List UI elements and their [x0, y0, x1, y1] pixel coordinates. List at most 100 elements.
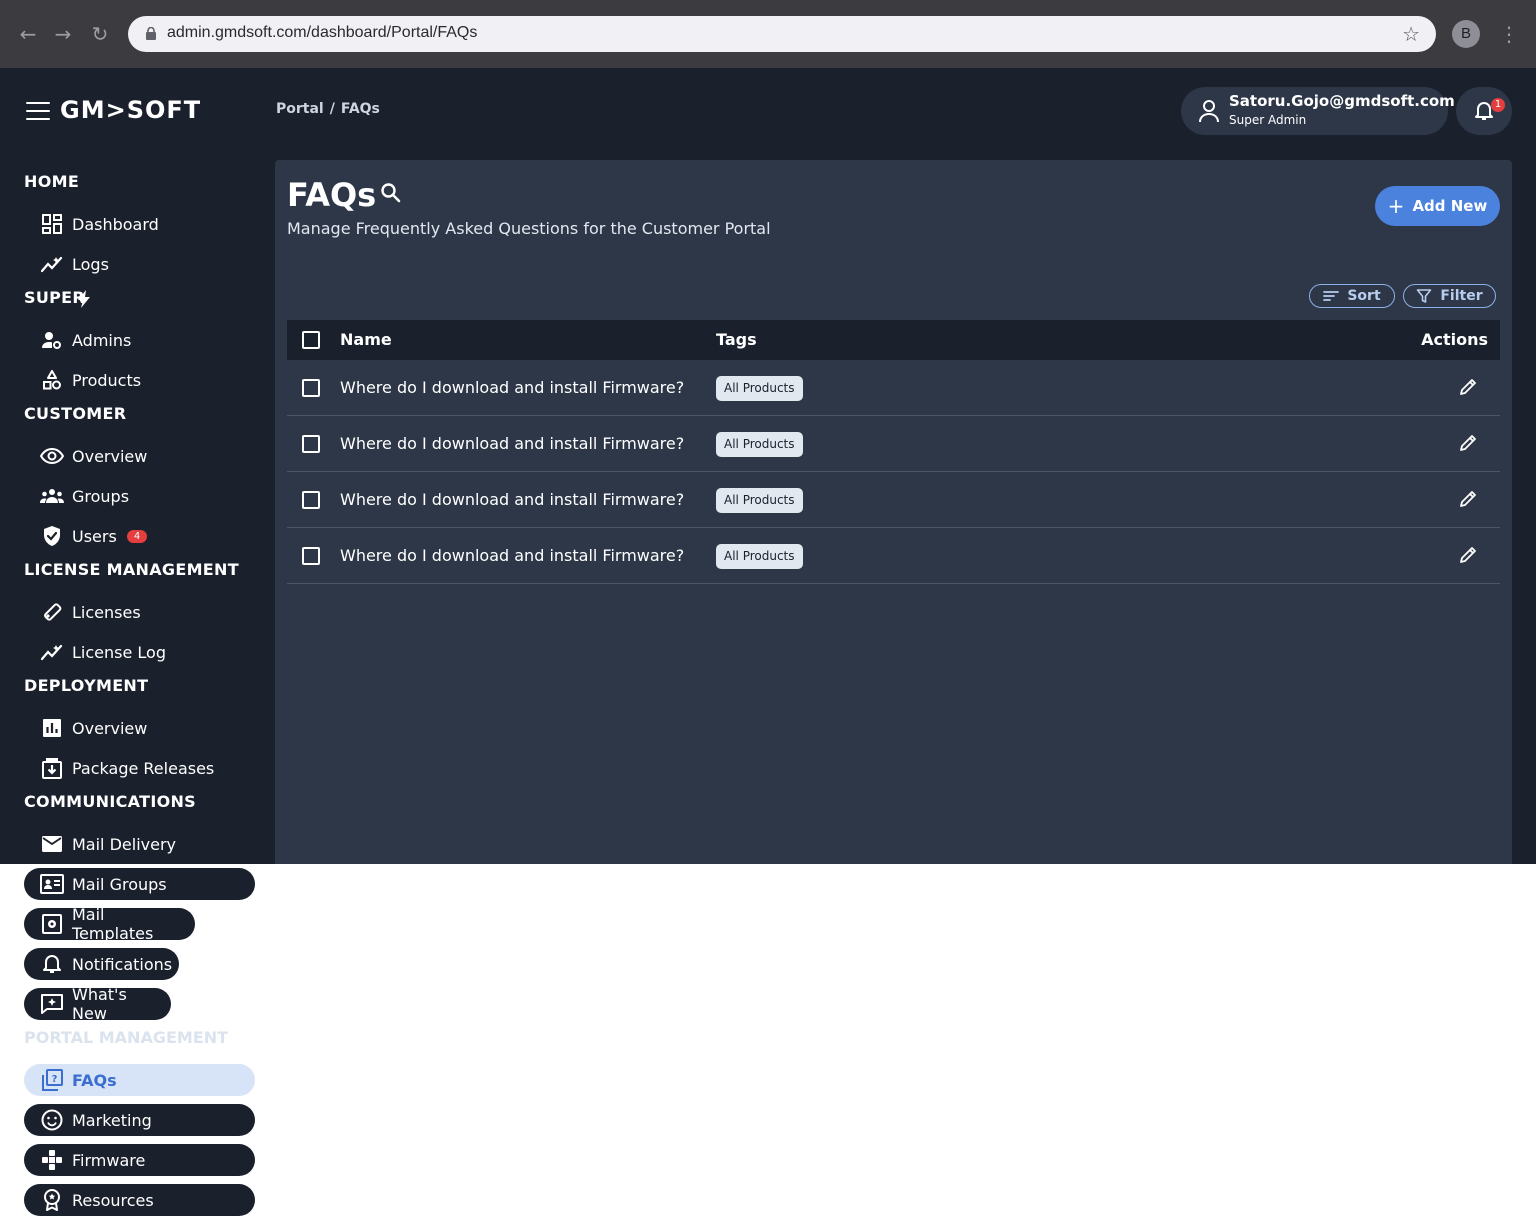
edit-pencil-icon[interactable] [1458, 545, 1478, 569]
filter-button[interactable]: Filter [1403, 284, 1496, 308]
sidebar-item-products[interactable]: Products [24, 364, 157, 396]
sidebar-item-mail-groups[interactable]: Mail Groups [24, 868, 255, 900]
edit-pencil-icon[interactable] [1458, 489, 1478, 513]
mail-icon [40, 832, 64, 856]
reload-icon[interactable]: ↻ [88, 22, 112, 46]
select-all-checkbox[interactable] [302, 331, 320, 349]
chart-line-icon [40, 640, 64, 664]
faq-name[interactable]: Where do I download and install Firmware… [340, 434, 684, 453]
browser-menu-icon[interactable]: ⋮ [1499, 22, 1519, 46]
sidebar-item-groups[interactable]: Groups [24, 480, 145, 512]
app-frame: GM>SOFT Portal / FAQs Satoru.Gojo@gmdsoft.… [0, 68, 1536, 864]
sidebar-item-firmware[interactable]: Firmware [24, 1144, 255, 1176]
sidebar-item-license-log[interactable]: License Log [24, 636, 182, 668]
sidebar-item-resources[interactable]: Resources [24, 1184, 255, 1216]
dashboard-icon [40, 212, 64, 236]
gmdsoft-logo[interactable]: GM>SOFT [60, 96, 201, 124]
sparkle-message-icon [40, 992, 64, 1016]
column-header-name[interactable]: Name [340, 330, 392, 349]
address-bar[interactable]: admin.gmdsoft.com/dashboard/Portal/FAQs … [128, 16, 1436, 52]
edit-pencil-icon[interactable] [1458, 377, 1478, 401]
table-header: Name Tags Actions [287, 320, 1500, 360]
table-row[interactable]: Where do I download and install Firmware… [287, 528, 1500, 584]
sidebar-item-label: Admins [72, 330, 132, 350]
profile-avatar[interactable]: B [1452, 20, 1480, 48]
notifications-button[interactable]: 1 [1456, 87, 1512, 135]
column-header-actions: Actions [1421, 330, 1488, 349]
sidebar-item-label: Marketing [72, 1110, 152, 1130]
forward-icon[interactable]: → [51, 22, 75, 46]
hamburger-menu-icon[interactable] [26, 102, 50, 120]
url-text: admin.gmdsoft.com/dashboard/Portal/FAQs [167, 24, 478, 41]
faq-name[interactable]: Where do I download and install Firmware… [340, 378, 684, 397]
lock-icon [146, 27, 156, 40]
table-row[interactable]: Where do I download and install Firmware… [287, 472, 1500, 528]
sidebar-item-label: Firmware [72, 1150, 146, 1170]
page-subtitle: Manage Frequently Asked Questions for th… [287, 219, 771, 238]
sidebar-item-dashboard[interactable]: Dashboard [24, 208, 175, 240]
bar-chart-icon [40, 716, 64, 740]
user-icon [1199, 100, 1219, 123]
breadcrumb-portal[interactable]: Portal [276, 101, 324, 117]
row-checkbox[interactable] [302, 547, 320, 565]
page-title: FAQs [287, 176, 377, 214]
eye-icon [40, 444, 64, 468]
faq-table: Name Tags Actions Where do I download an… [287, 320, 1500, 584]
row-checkbox[interactable] [302, 491, 320, 509]
bell-icon [40, 952, 64, 976]
sidebar-item-package-releases[interactable]: Package Releases [24, 752, 230, 784]
table-row[interactable]: Where do I download and install Firmware… [287, 416, 1500, 472]
row-checkbox[interactable] [302, 379, 320, 397]
plus-icon: + [1387, 194, 1405, 218]
sort-icon [1323, 291, 1340, 301]
table-row[interactable]: Where do I download and install Firmware… [287, 360, 1500, 416]
groups-icon [40, 484, 64, 508]
sidebar-item-label: License Log [72, 642, 166, 662]
sidebar-item-faqs[interactable]: ? FAQs [24, 1064, 255, 1096]
sidebar-item-overview[interactable]: Overview [24, 440, 163, 472]
sidebar-item-label: Package Releases [72, 758, 215, 778]
breadcrumb: Portal / FAQs [276, 101, 380, 117]
filter-icon [1417, 289, 1432, 303]
sidebar-item-label: Overview [72, 718, 148, 738]
edit-pencil-icon[interactable] [1458, 433, 1478, 457]
sidebar-item-notifications[interactable]: Notifications [24, 948, 179, 980]
bookmark-star-icon[interactable]: ☆ [1402, 22, 1420, 46]
faq-icon: ? [40, 1068, 64, 1092]
sidebar-item-overview[interactable]: Overview [24, 712, 163, 744]
sidebar-item-users[interactable]: Users 4 [24, 520, 163, 552]
sidebar-item-label: Notifications [72, 954, 173, 974]
sidebar-item-label: Licenses [72, 602, 141, 622]
notification-badge: 1 [1491, 98, 1505, 112]
section-title-license-management: LICENSE MANAGEMENT [24, 560, 239, 579]
sidebar-item-mail-templates[interactable]: Mail Templates [24, 905, 195, 943]
sidebar-item-mail-delivery[interactable]: Mail Delivery [24, 828, 192, 860]
sidebar-item-label: FAQs [72, 1070, 117, 1090]
faq-name[interactable]: Where do I download and install Firmware… [340, 490, 684, 509]
section-title-super: SUPER [24, 288, 85, 307]
search-icon[interactable] [380, 182, 402, 204]
faq-name[interactable]: Where do I download and install Firmware… [340, 546, 684, 565]
tag-chip: All Products [716, 488, 803, 513]
sidebar-item-logs[interactable]: Logs [24, 248, 125, 280]
sidebar-item-what-s-new[interactable]: What's New [24, 985, 171, 1023]
sort-label: Sort [1347, 288, 1381, 304]
user-menu[interactable]: Satoru.Gojo@gmdsoft.com Super Admin [1181, 87, 1455, 135]
admin-settings-icon [40, 328, 64, 352]
back-icon[interactable]: ← [16, 22, 40, 46]
sidebar-item-marketing[interactable]: Marketing [24, 1104, 255, 1136]
chart-line-icon [40, 252, 64, 276]
section-title-home: HOME [24, 172, 80, 191]
main-panel: FAQs Manage Frequently Asked Questions f… [275, 160, 1512, 864]
sidebar-item-label: Mail Groups [72, 874, 167, 894]
row-checkbox[interactable] [302, 435, 320, 453]
sidebar-item-admins[interactable]: Admins [24, 324, 147, 356]
sort-button[interactable]: Sort [1309, 284, 1395, 308]
add-new-button[interactable]: + Add New [1375, 186, 1500, 226]
smiley-icon [40, 1108, 64, 1132]
lightning-icon [77, 290, 91, 312]
browser-toolbar: ← → ↻ admin.gmdsoft.com/dashboard/Portal… [0, 0, 1536, 68]
section-title-portal-management: PORTAL MANAGEMENT [24, 1028, 229, 1047]
column-header-tags[interactable]: Tags [716, 330, 757, 349]
sidebar-item-licenses[interactable]: Licenses [24, 596, 157, 628]
